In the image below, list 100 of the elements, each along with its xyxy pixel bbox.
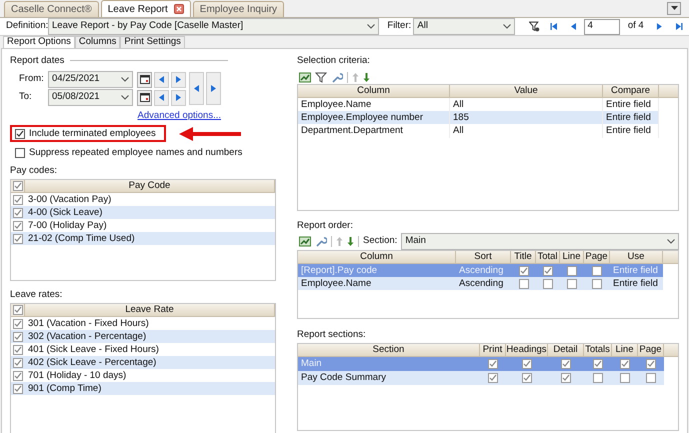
tab-menu-button[interactable] [667,2,681,15]
checkbox[interactable] [592,279,602,290]
previous-date-button[interactable] [154,90,169,106]
checkbox[interactable] [488,373,498,384]
checkbox[interactable] [567,279,577,290]
table-row[interactable]: Employee.Name Ascending Entire field [298,277,663,290]
calendar-button[interactable] [137,90,152,106]
definition-dropdown[interactable]: Leave Report - by Pay Code [Caselle Master] [48,18,380,35]
column-header: Value [450,85,603,98]
list-item[interactable]: 3-00 (Vacation Pay) [25,192,112,207]
table-cell-text: Entire field [612,277,659,291]
checkbox[interactable] [518,279,528,290]
up-arrow-icon[interactable] [336,236,343,246]
checkbox[interactable] [15,148,25,158]
field-label: From: [18,72,45,86]
filter-dropdown[interactable]: All [413,18,515,35]
list-item[interactable]: 701 (Holiday - 10 days) [25,368,126,383]
checkbox[interactable] [593,373,603,384]
table-cell-text: Ascending [458,264,504,278]
checkbox[interactable] [13,332,23,342]
checkbox[interactable] [620,359,630,370]
document-tab[interactable]: Leave Report [100,0,191,17]
checkbox[interactable] [488,359,498,370]
checkbox[interactable] [13,358,23,368]
list-item[interactable]: 301 (Vacation - Fixed Hours) [25,316,149,331]
option-row[interactable]: Suppress repeated employee names and numbers [10,144,242,162]
table-cell-text: Pay Code Summary [300,371,388,385]
dropdown-caret-icon[interactable] [502,24,511,29]
table-row[interactable]: Pay Code Summary [298,371,664,385]
left-triangle-icon[interactable] [192,84,201,93]
checkbox[interactable] [646,359,656,370]
page-number-field[interactable]: 4 [584,18,620,34]
next-date-button[interactable] [171,72,186,88]
checkbox[interactable] [593,359,603,370]
section-dropdown[interactable]: Main [401,232,679,250]
checkbox[interactable] [12,181,22,192]
document-tab[interactable]: Employee Inquiry [192,1,284,17]
dropdown-caret-icon[interactable] [121,77,129,82]
next-period-button[interactable] [206,72,221,105]
document-tab[interactable]: Caselle Connect® [4,1,99,17]
arrow-annotation [178,126,241,141]
column-header: Leave Rate [25,304,275,318]
section-label: Selection criteria: [297,54,371,67]
section-label: Leave rates: [10,288,64,302]
checkbox[interactable] [15,128,25,139]
checkbox[interactable] [592,266,602,276]
field-label: Filter: [387,19,410,34]
right-triangle-icon[interactable] [209,84,218,93]
dropdown-caret-icon[interactable] [367,24,376,29]
checkbox[interactable] [543,279,553,290]
column-header: Use [610,251,663,264]
dropdown-caret-icon[interactable] [121,95,129,100]
checkbox[interactable] [543,266,553,276]
checkbox[interactable] [561,359,571,370]
header-filler [664,344,678,357]
filter-icon[interactable] [528,21,540,32]
table-cell: Entire field [603,124,659,138]
option-tab[interactable]: Report Options [3,36,75,48]
checkbox[interactable] [522,373,532,384]
previous-page-icon[interactable] [568,22,578,31]
checkbox[interactable] [13,234,23,244]
down-arrow-icon[interactable] [347,236,354,246]
checkbox[interactable] [522,359,532,370]
previous-date-button[interactable] [154,72,169,88]
checkbox[interactable] [13,384,23,394]
calendar-button[interactable] [137,72,152,88]
checkbox[interactable] [13,220,23,231]
column-header: Column [298,85,450,98]
next-page-icon[interactable] [655,22,664,31]
last-page-icon[interactable] [674,22,684,31]
checkbox[interactable] [567,266,577,276]
up-arrow-icon[interactable] [352,72,359,82]
next-date-button[interactable] [171,90,186,106]
calendar-icon [140,93,150,102]
checkbox[interactable] [12,305,22,316]
column-header: Page [638,344,664,357]
checkbox[interactable] [561,373,571,384]
close-icon[interactable] [174,4,184,14]
checkbox[interactable] [13,370,23,381]
down-arrow-icon[interactable] [363,72,370,82]
option-tab[interactable]: Print Settings [120,36,185,48]
checkbox[interactable] [620,373,630,384]
checkbox[interactable] [13,208,23,218]
list-item[interactable]: 401 (Sick Leave - Fixed Hours) [25,342,159,357]
list-item[interactable]: 7-00 (Holiday Pay) [25,218,107,233]
date-field[interactable]: 05/08/2021 [48,89,133,106]
checkbox[interactable] [518,266,528,276]
checkbox[interactable] [13,344,23,355]
checkbox[interactable] [13,194,23,205]
checkbox[interactable] [13,318,23,329]
option-label: Suppress repeated employee names and numbers [29,146,242,160]
checkbox[interactable] [646,373,656,384]
option-tab[interactable]: Columns [74,36,120,48]
highlight-frame[interactable]: Include terminated employees [10,125,166,142]
previous-period-button[interactable] [189,72,204,105]
date-field[interactable]: 04/25/2021 [48,71,133,88]
section-label: Pay codes: [10,164,58,178]
dropdown-caret-icon[interactable] [667,238,675,244]
advanced-options-link[interactable]: Advanced options... [138,109,221,124]
first-page-icon[interactable] [550,22,559,31]
